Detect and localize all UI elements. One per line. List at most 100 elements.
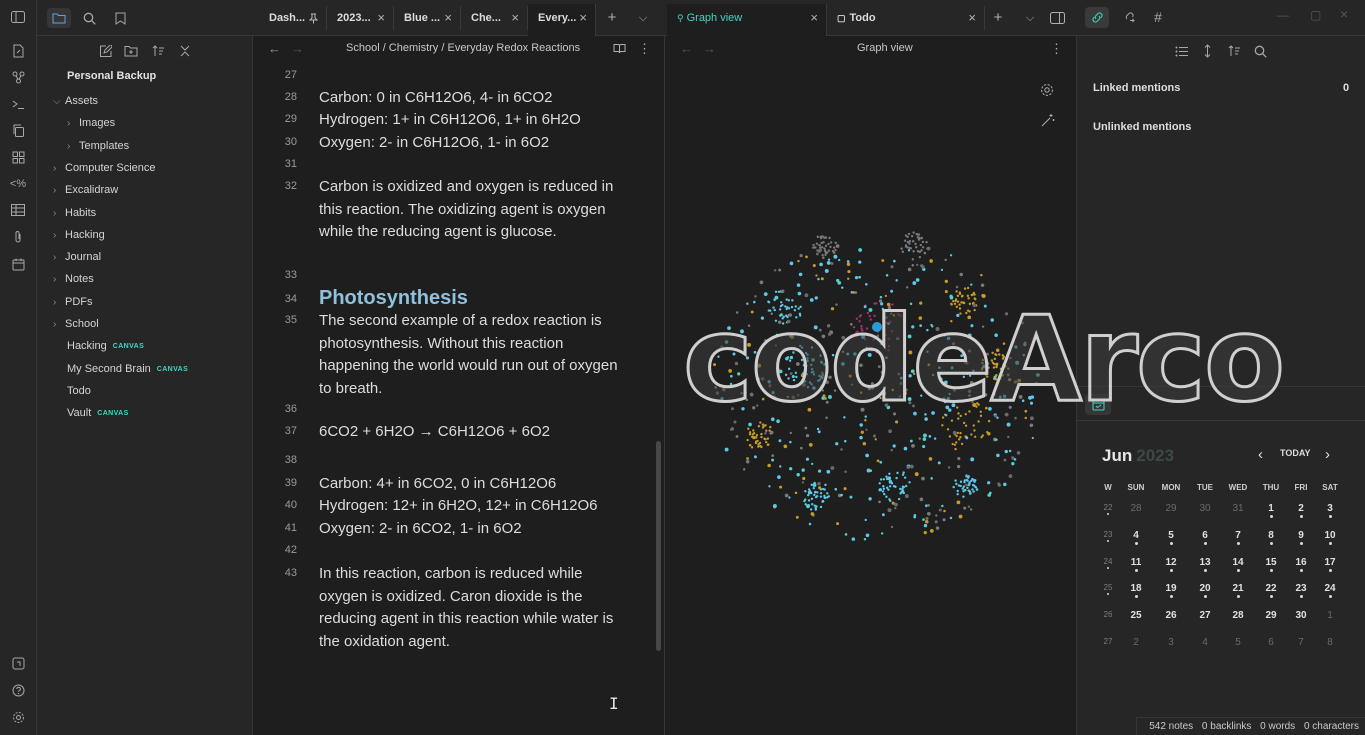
graph-node[interactable] <box>998 377 1002 380</box>
graph-node[interactable] <box>895 476 898 480</box>
graph-node[interactable] <box>804 490 807 493</box>
calendar-day[interactable]: 3 <box>1156 637 1186 648</box>
graph-node[interactable] <box>939 377 943 381</box>
graph-node[interactable] <box>824 496 827 500</box>
graph-node[interactable] <box>825 380 830 385</box>
graph-node[interactable] <box>1001 374 1004 377</box>
more-options-icon[interactable]: ⋮ <box>1050 41 1063 57</box>
chevron-right-icon[interactable]: › <box>53 226 65 246</box>
graph-node[interactable] <box>807 490 812 495</box>
more-options-icon[interactable]: ⋮ <box>638 41 651 57</box>
graph-node[interactable] <box>799 254 803 258</box>
graph-node[interactable] <box>992 366 996 369</box>
graph-node[interactable] <box>875 302 878 305</box>
expand-vertical-icon[interactable] <box>1198 42 1216 60</box>
back-arrow-icon[interactable]: ← <box>268 41 281 56</box>
graph-node[interactable] <box>773 269 777 272</box>
graph-node[interactable] <box>801 468 805 472</box>
graph-node[interactable] <box>890 448 893 452</box>
graph-node[interactable] <box>730 428 733 431</box>
graph-node[interactable] <box>993 376 997 379</box>
graph-node[interactable] <box>925 241 928 244</box>
graph-node[interactable] <box>1020 321 1024 325</box>
graph-node[interactable] <box>1013 380 1018 384</box>
graph-node[interactable] <box>757 445 760 448</box>
calendar-day[interactable]: 29 <box>1256 610 1286 621</box>
graph-node[interactable] <box>864 282 868 286</box>
graph-node[interactable] <box>908 481 911 484</box>
tab-blue[interactable]: Blue ... × <box>394 6 461 30</box>
graph-node[interactable] <box>854 276 859 280</box>
graph-node[interactable] <box>901 487 904 491</box>
graph-node[interactable] <box>889 499 892 503</box>
graph-node[interactable] <box>745 459 750 464</box>
graph-node-current[interactable] <box>872 322 882 332</box>
graph-node[interactable] <box>926 247 929 250</box>
graph-node[interactable] <box>919 301 923 305</box>
graph-node[interactable] <box>891 501 895 505</box>
graph-node[interactable] <box>717 355 720 358</box>
graph-node[interactable] <box>893 412 897 416</box>
graph-node[interactable] <box>995 364 998 368</box>
graph-node[interactable] <box>917 238 921 241</box>
graph-node[interactable] <box>950 419 954 422</box>
graph-node[interactable] <box>968 490 972 493</box>
graph-node[interactable] <box>817 481 821 486</box>
graph-node[interactable] <box>773 505 776 509</box>
graph-node[interactable] <box>891 303 894 306</box>
tree-item-hacking[interactable]: › Hacking <box>53 225 105 245</box>
graph-node[interactable] <box>826 251 829 254</box>
graph-node[interactable] <box>786 395 789 399</box>
graph-node[interactable] <box>850 383 854 386</box>
graph-node[interactable] <box>812 370 815 373</box>
graph-node[interactable] <box>1023 343 1027 347</box>
graph-node[interactable] <box>812 243 815 247</box>
graph-node[interactable] <box>997 483 1001 487</box>
graph-node[interactable] <box>815 274 818 277</box>
graph-node[interactable] <box>833 251 836 255</box>
graph-node[interactable] <box>885 475 888 478</box>
graph-node[interactable] <box>780 290 784 294</box>
graph-node[interactable] <box>759 444 762 448</box>
graph-node[interactable] <box>999 367 1003 371</box>
graph-node[interactable] <box>792 351 795 354</box>
graph-node[interactable] <box>995 362 998 366</box>
graph-node[interactable] <box>841 335 846 340</box>
graph-node[interactable] <box>761 426 765 429</box>
graph-node[interactable] <box>981 325 985 328</box>
graph-node[interactable] <box>803 499 806 503</box>
graph-node[interactable] <box>941 504 944 508</box>
graph-node[interactable] <box>819 246 822 249</box>
graph-node[interactable] <box>971 483 975 487</box>
graph-node[interactable] <box>911 263 915 267</box>
graph-node[interactable] <box>924 413 927 416</box>
graph-node[interactable] <box>974 298 977 301</box>
graph-node[interactable] <box>912 281 917 285</box>
graph-node[interactable] <box>885 356 888 360</box>
graph-node[interactable] <box>824 236 828 239</box>
graph-node[interactable] <box>830 307 835 311</box>
graph-node[interactable] <box>887 305 892 310</box>
graph-node[interactable] <box>1021 399 1025 402</box>
line-text[interactable]: Carbon: 0 in C6H12O6, 4- in 6CO2 <box>319 87 629 110</box>
graph-node[interactable] <box>751 435 754 439</box>
graph-node[interactable] <box>880 370 885 375</box>
graph-node[interactable] <box>1022 353 1026 357</box>
graph-node[interactable] <box>822 256 825 259</box>
graph-node[interactable] <box>920 264 924 268</box>
graph-node[interactable] <box>819 249 822 252</box>
graph-node[interactable] <box>880 532 884 535</box>
graph-node[interactable] <box>759 421 762 424</box>
graph-node[interactable] <box>890 525 894 529</box>
graph-node[interactable] <box>881 307 884 310</box>
chevron-right-icon[interactable]: › <box>53 159 65 179</box>
graph-node[interactable] <box>958 307 962 310</box>
graph-node[interactable] <box>960 301 963 304</box>
graph-node[interactable] <box>876 330 880 333</box>
graph-node[interactable] <box>956 406 959 409</box>
graph-node[interactable] <box>782 315 785 318</box>
graph-node[interactable] <box>778 439 782 443</box>
graph-node[interactable] <box>963 506 967 510</box>
graph-node[interactable] <box>889 320 892 323</box>
graph-node[interactable] <box>963 479 966 482</box>
